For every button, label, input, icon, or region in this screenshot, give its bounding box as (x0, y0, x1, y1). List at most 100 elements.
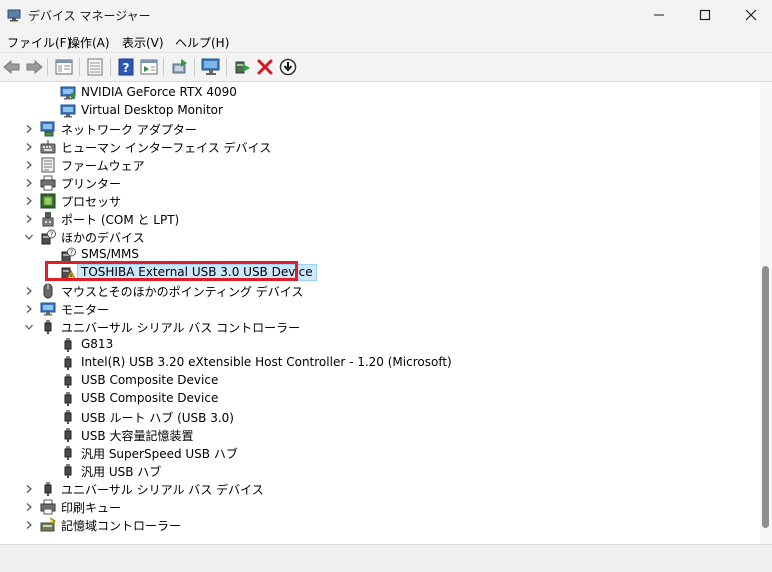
tree-item[interactable]: USB ルート ハブ (USB 3.0) (0, 408, 760, 426)
tree-category-firmware[interactable]: ファームウェア (0, 156, 760, 174)
printer-icon (40, 175, 56, 191)
tree-item[interactable]: G813 (0, 336, 760, 354)
display-adapter-icon (60, 86, 76, 100)
hid-icon (40, 140, 56, 154)
tree-category-ports[interactable]: ポート (COM と LPT) (0, 210, 760, 228)
forward-arrow-icon (26, 60, 43, 74)
properties-icon (55, 59, 73, 75)
monitor-icon (40, 302, 56, 316)
tree-item-label: ユニバーサル シリアル バス コントローラー (61, 321, 301, 335)
usb-icon (44, 320, 52, 334)
back-button[interactable] (1, 56, 23, 78)
details-view-button[interactable] (138, 56, 160, 78)
device-list-button[interactable] (84, 56, 106, 78)
chevron-right-icon[interactable] (24, 124, 34, 134)
tree-item-label: プロセッサ (61, 195, 122, 209)
tree-item[interactable]: USB 大容量記憶装置 (0, 426, 760, 444)
toolbar-separator (163, 58, 164, 76)
help-icon: ? (118, 58, 134, 76)
tree-item[interactable]: USB Composite Device (0, 372, 760, 390)
tree-category-mouse[interactable]: マウスとそのほかのポインティング デバイス (0, 282, 760, 300)
maximize-button[interactable] (682, 0, 728, 30)
tree-category-usb-controllers[interactable]: ユニバーサル シリアル バス コントローラー (0, 318, 760, 336)
svg-text:?: ? (70, 249, 74, 257)
tree-item[interactable]: NVIDIA GeForce RTX 4090 (0, 84, 760, 102)
chevron-right-icon[interactable] (24, 142, 34, 152)
download-circle-icon (279, 58, 297, 76)
scan-hardware-button[interactable] (200, 56, 222, 78)
tree-item[interactable]: Virtual Desktop Monitor (0, 102, 760, 120)
tree-category-usb-devices[interactable]: ユニバーサル シリアル バス デバイス (0, 480, 760, 498)
tree-item-label: Intel(R) USB 3.20 eXtensible Host Contro… (81, 355, 452, 369)
toolbar-separator (226, 58, 227, 76)
forward-button[interactable] (23, 56, 45, 78)
chevron-right-icon[interactable] (24, 214, 34, 224)
tree-item[interactable]: USB Composite Device (0, 390, 760, 408)
storage-icon (40, 517, 56, 532)
chevron-right-icon[interactable] (24, 520, 34, 530)
tree-category-monitor[interactable]: モニター (0, 300, 760, 318)
chevron-right-icon[interactable] (24, 304, 34, 314)
chevron-right-icon[interactable] (24, 484, 34, 494)
chevron-right-icon[interactable] (24, 160, 34, 170)
uninstall-device-button[interactable] (254, 56, 276, 78)
tree-item-label: NVIDIA GeForce RTX 4090 (81, 85, 237, 99)
menu-help[interactable]: ヘルプ(H) (175, 34, 229, 51)
usb-icon (64, 374, 72, 388)
toolbar-separator (79, 58, 80, 76)
usb-icon (64, 428, 72, 442)
enable-device-button[interactable] (231, 56, 253, 78)
tree-item-label: USB Composite Device (81, 391, 219, 405)
tree-category-network[interactable]: ネットワーク アダプター (0, 120, 760, 138)
tree-item-label: ユニバーサル シリアル バス デバイス (61, 483, 264, 497)
chevron-down-icon[interactable] (24, 322, 34, 332)
chevron-right-icon[interactable] (24, 178, 34, 188)
tree-category-printer[interactable]: プリンター (0, 174, 760, 192)
tree-item-label: Virtual Desktop Monitor (81, 103, 223, 117)
tree-category-print-queue[interactable]: 印刷キュー (0, 498, 760, 516)
help-button[interactable]: ? (115, 56, 137, 78)
menu-file[interactable]: ファイル(F) (7, 34, 71, 51)
window-title: デバイス マネージャー (28, 9, 151, 23)
svg-text:?: ? (50, 231, 54, 239)
tree-item-label: ネットワーク アダプター (61, 123, 197, 137)
tree-item-label: マウスとそのほかのポインティング デバイス (61, 285, 304, 299)
usb-icon (64, 410, 72, 424)
enable-device-icon (235, 61, 250, 74)
menu-view[interactable]: 表示(V) (122, 34, 164, 51)
print-queue-icon (40, 499, 56, 515)
tree-item-label: USB Composite Device (81, 373, 219, 387)
tree-item-label: モニター (61, 303, 110, 317)
scrollbar-thumb[interactable] (762, 266, 769, 528)
tree-category-processor[interactable]: プロセッサ (0, 192, 760, 210)
properties-button[interactable] (53, 56, 75, 78)
close-button[interactable] (728, 0, 772, 30)
tree-item-label: ヒューマン インターフェイス デバイス (61, 141, 272, 155)
tree-category-other-devices[interactable]: ? ほかのデバイス (0, 228, 760, 246)
tree-item-label: SMS/MMS (81, 247, 139, 261)
tree-item-label: 汎用 USB ハブ (81, 465, 162, 479)
update-driver-button[interactable] (169, 56, 191, 78)
disable-device-button[interactable] (277, 56, 299, 78)
tree-item[interactable]: 汎用 SuperSpeed USB ハブ (0, 444, 760, 462)
firmware-icon (41, 157, 55, 173)
chevron-down-icon[interactable] (24, 232, 34, 242)
usb-icon (64, 464, 72, 478)
minimize-button[interactable] (636, 0, 682, 30)
usb-icon (64, 392, 72, 406)
chevron-right-icon[interactable] (24, 502, 34, 512)
device-manager-icon (7, 9, 21, 22)
tree-item[interactable]: Intel(R) USB 3.20 eXtensible Host Contro… (0, 354, 760, 372)
highlight-annotation-box (45, 261, 298, 281)
tree-item[interactable]: 汎用 USB ハブ (0, 462, 760, 480)
chevron-right-icon[interactable] (24, 286, 34, 296)
device-tree[interactable]: NVIDIA GeForce RTX 4090 Virtual Desktop … (0, 82, 760, 544)
tree-category-storage[interactable]: 記憶域コントローラー (0, 516, 760, 534)
tree-item-label: 記憶域コントローラー (61, 519, 182, 533)
usb-icon (64, 446, 72, 460)
display-adapter-icon (60, 104, 76, 118)
menu-action[interactable]: 操作(A) (68, 34, 110, 51)
title-bar: デバイス マネージャー (0, 0, 772, 30)
tree-category-hid[interactable]: ヒューマン インターフェイス デバイス (0, 138, 760, 156)
chevron-right-icon[interactable] (24, 196, 34, 206)
